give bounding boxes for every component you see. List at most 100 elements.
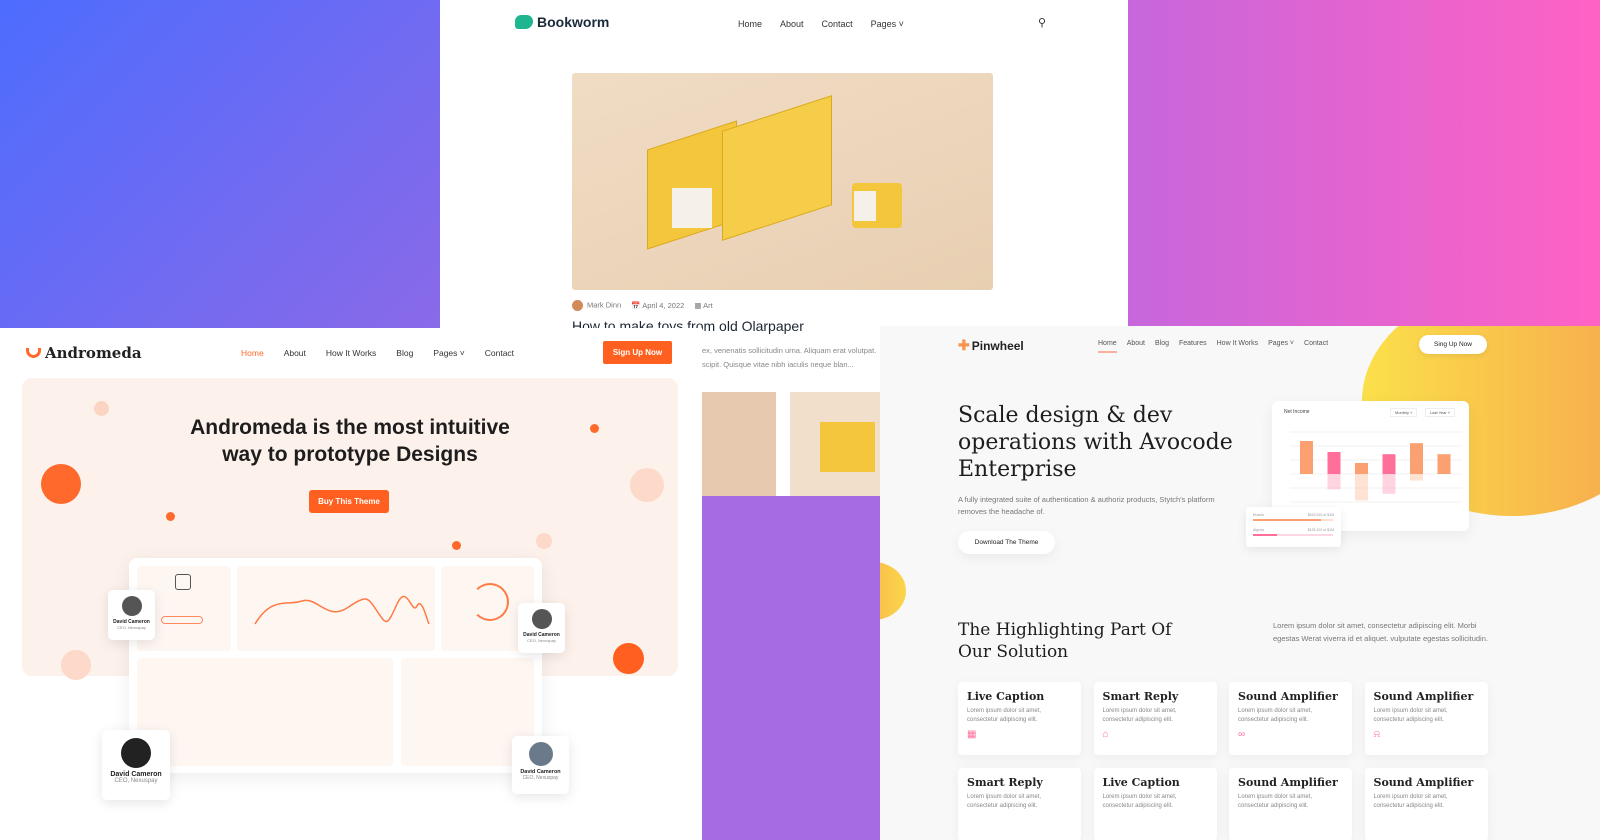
- decor-dot: [166, 512, 175, 521]
- post-date: 📅 April 4, 2022: [631, 301, 685, 310]
- buy-theme-button[interactable]: Buy This Theme: [309, 490, 389, 513]
- nav-about[interactable]: About: [284, 348, 306, 358]
- feature-card[interactable]: Sound Amplifier Lorem ipsum dolor sit ame…: [1229, 682, 1352, 755]
- download-theme-button[interactable]: Download The Theme: [958, 531, 1055, 554]
- feature-card[interactable]: Smart Reply Lorem ipsum dolor sit amet, c…: [1093, 682, 1217, 755]
- nav-features[interactable]: Features: [1179, 340, 1207, 353]
- nav-pages[interactable]: Pages ˅: [871, 19, 904, 29]
- decor-blob: [880, 562, 906, 620]
- feature-card[interactable]: Sound Amplifier Lorem ipsum dolor sit ame…: [1364, 682, 1488, 755]
- andromeda-screenshot: Andromeda Home About How It Works Blog P…: [0, 328, 702, 840]
- country-value: $629,510 of $1M: [1307, 513, 1334, 517]
- nav-pages[interactable]: Pages ˅: [433, 348, 464, 358]
- decor-dot: [41, 464, 81, 504]
- feature-title: Live Caption: [967, 690, 1045, 703]
- expense-bar: [1382, 474, 1396, 494]
- logo-text: Bookworm: [537, 14, 610, 30]
- feature-title: Live Caption: [1102, 776, 1180, 789]
- nav-blog[interactable]: Blog: [1155, 340, 1169, 353]
- country-value: $128,102 of $1M: [1307, 528, 1334, 532]
- feature-icon: ∞: [1238, 729, 1246, 740]
- feature-title: Sound Amplifier: [1238, 776, 1338, 789]
- decor-dot: [630, 468, 664, 502]
- nav-contact[interactable]: Contact: [822, 19, 853, 29]
- post-meta: Mark Dinn 📅 April 4, 2022 ▦ Art: [572, 300, 713, 311]
- hero-subtitle: A fully integrated suite of authenticati…: [958, 495, 1215, 516]
- andromeda-nav: Home About How It Works Blog Pages ˅ Con…: [241, 348, 514, 358]
- sign-up-button[interactable]: Sign Up Now: [603, 341, 672, 364]
- country-label: Algeria: [1253, 528, 1264, 532]
- sign-up-button[interactable]: Sing Up Now: [1419, 335, 1487, 354]
- nav-home[interactable]: Home: [1098, 340, 1117, 353]
- nav-contact[interactable]: Contact: [1304, 340, 1328, 353]
- avatar: [528, 742, 553, 766]
- feature-title: Smart Reply: [967, 776, 1043, 789]
- line-chart-preview: [254, 595, 430, 625]
- feature-text: Lorem ipsum dolor sit amet, consectetur …: [1238, 794, 1313, 809]
- feature-text: Lorem ipsum dolor sit amet, consectetur …: [1102, 708, 1177, 723]
- nav-how-it-works[interactable]: How It Works: [326, 348, 376, 358]
- feature-text: Lorem ipsum dolor sit amet, consectetur …: [1373, 708, 1448, 723]
- hero-title: Scale design & dev operations with Avoco…: [958, 403, 1233, 482]
- post-author[interactable]: Mark Dinn: [572, 300, 621, 311]
- nav-blog[interactable]: Blog: [396, 348, 413, 358]
- bookworm-logo[interactable]: Bookworm: [515, 14, 609, 30]
- pinwheel-screenshot: ✚ Pinwheel Home About Blog Features How I…: [880, 326, 1600, 840]
- country-label: Russia: [1253, 513, 1264, 517]
- search-icon[interactable]: ⚲: [1038, 16, 1046, 29]
- expense-bar: [1410, 474, 1423, 481]
- expense-bar: [1327, 474, 1341, 490]
- pinwheel-nav: Home About Blog Features How It Works Pa…: [1098, 340, 1328, 353]
- logo-icon: [26, 348, 41, 358]
- gradient-background-middle: [700, 496, 880, 840]
- feature-card[interactable]: Smart Reply Lorem ipsum dolor sit amet, c…: [958, 768, 1081, 840]
- pinwheel-logo[interactable]: ✚ Pinwheel: [958, 337, 1024, 354]
- pinwheel-logo-icon: ✚: [958, 337, 970, 353]
- testimonial-card: David Cameron CEO, Nexuspay: [512, 736, 569, 794]
- decor-dot: [452, 541, 461, 550]
- nav-pages[interactable]: Pages ˅: [1268, 340, 1294, 353]
- post-thumbnail[interactable]: [702, 392, 776, 496]
- nav-about[interactable]: About: [1127, 340, 1145, 353]
- feature-text: Lorem ipsum dolor sit amet, consectetur …: [1238, 708, 1313, 723]
- avatar: [121, 596, 142, 616]
- feature-card[interactable]: Live Caption Lorem ipsum dolor sit amet, …: [958, 682, 1081, 755]
- income-bar: [1382, 454, 1396, 474]
- income-bar: [1300, 441, 1313, 474]
- feature-card[interactable]: Sound Amplifier Lorem ipsum dolor sit ame…: [1364, 768, 1488, 840]
- avatar: [121, 738, 151, 768]
- section-title: The Highlighting Part Of Our Solution: [958, 620, 1172, 662]
- testimonial-card: David Cameron CEO, Nexuspay: [108, 590, 155, 640]
- bookworm-nav: Home About Contact Pages ˅: [738, 19, 904, 29]
- income-bar: [1410, 443, 1423, 474]
- progress-bar: [1253, 534, 1333, 536]
- feature-icon: ⌂: [1102, 729, 1109, 740]
- income-bar: [1327, 452, 1341, 474]
- expense-bar: [1355, 474, 1368, 501]
- nav-contact[interactable]: Contact: [485, 348, 514, 358]
- nav-about[interactable]: About: [780, 19, 804, 29]
- calendar-icon: 📅: [631, 301, 641, 310]
- feature-card[interactable]: Sound Amplifier Lorem ipsum dolor sit ame…: [1229, 768, 1352, 840]
- feature-title: Smart Reply: [1102, 690, 1179, 703]
- feature-title: Sound Amplifier: [1238, 690, 1338, 703]
- andromeda-logo[interactable]: Andromeda: [26, 344, 142, 362]
- post-category[interactable]: ▦ Art: [694, 301, 712, 310]
- feature-text: Lorem ipsum dolor sit amet, consectetur …: [967, 794, 1042, 809]
- feature-text: Lorem ipsum dolor sit amet, consectetur …: [1373, 794, 1448, 809]
- gradient-background-right: [1128, 0, 1600, 330]
- feature-title: Sound Amplifier: [1373, 776, 1474, 789]
- feature-card[interactable]: Live Caption Lorem ipsum dolor sit amet, …: [1093, 768, 1217, 840]
- decor-dot: [61, 650, 91, 680]
- grid-icon: ▦: [694, 301, 702, 310]
- avatar: [531, 609, 552, 629]
- income-bar: [1437, 454, 1451, 474]
- feature-text: Lorem ipsum dolor sit amet, consectetur …: [967, 708, 1042, 723]
- nav-how-it-works[interactable]: How It Works: [1217, 340, 1259, 353]
- nav-home[interactable]: Home: [738, 19, 762, 29]
- post-thumbnail[interactable]: [790, 392, 880, 496]
- nav-home[interactable]: Home: [241, 348, 264, 358]
- avatar: [572, 300, 583, 311]
- hero-title: Andromeda is the most intuitive way to pr…: [190, 416, 510, 466]
- decor-dot: [536, 533, 552, 549]
